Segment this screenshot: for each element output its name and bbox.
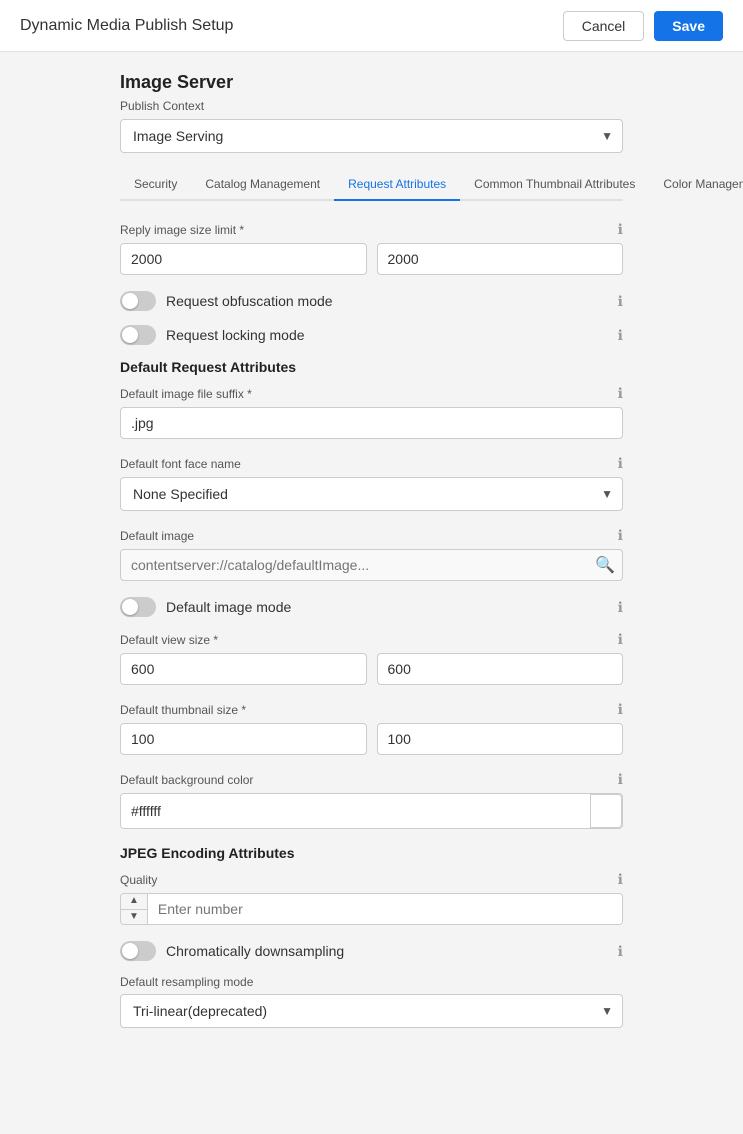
cancel-button[interactable]: Cancel [563,11,645,41]
default-background-color-row: Default background color ℹ [120,771,623,829]
save-button[interactable]: Save [654,11,723,41]
default-font-face-row: Default font face name ℹ None Specified … [120,455,623,511]
quality-spinners: ▲ ▼ [121,894,148,924]
default-thumbnail-size-input-1[interactable] [120,723,367,755]
image-picker-icon[interactable]: 🔍 [595,555,615,575]
default-view-size-inputs [120,653,623,685]
quality-increment-button[interactable]: ▲ [121,894,147,910]
default-thumbnail-size-label-row: Default thumbnail size * ℹ [120,701,623,718]
default-view-size-info-icon[interactable]: ℹ [618,631,623,648]
tab-common-thumbnail-attributes[interactable]: Common Thumbnail Attributes [460,169,649,201]
default-image-wrapper: 🔍 [120,549,623,581]
default-background-color-label: Default background color [120,773,253,787]
default-resampling-mode-row: Default resampling mode Tri-linear(depre… [120,975,623,1028]
default-resampling-mode-label: Default resampling mode [120,975,253,989]
reply-image-size-row: Reply image size limit * ℹ [120,221,623,275]
tab-security[interactable]: Security [120,169,191,201]
default-image-label: Default image [120,529,194,543]
default-font-face-label-row: Default font face name ℹ [120,455,623,472]
publish-context-row: Publish Context Image Serving ▼ [120,99,623,153]
default-image-info-icon[interactable]: ℹ [618,527,623,544]
default-background-color-label-row: Default background color ℹ [120,771,623,788]
tab-request-attributes[interactable]: Request Attributes [334,169,460,201]
quality-row: Quality ℹ ▲ ▼ [120,871,623,925]
quality-input[interactable] [148,894,622,924]
publish-context-select-wrapper: Image Serving ▼ [120,119,623,153]
reply-image-size-label-row: Reply image size limit * ℹ [120,221,623,238]
default-font-face-info-icon[interactable]: ℹ [618,455,623,472]
quality-decrement-button[interactable]: ▼ [121,910,147,925]
quality-label-row: Quality ℹ [120,871,623,888]
publish-context-label: Publish Context [120,99,623,113]
default-font-face-select[interactable]: None Specified [120,477,623,511]
default-view-size-label-row: Default view size * ℹ [120,631,623,648]
jpeg-encoding-title: JPEG Encoding Attributes [120,845,623,861]
request-obfuscation-left: Request obfuscation mode [120,291,333,311]
background-color-input-wrapper [120,793,623,829]
tab-catalog-management[interactable]: Catalog Management [191,169,334,201]
page-title: Dynamic Media Publish Setup [20,17,233,35]
reply-image-size-input-2[interactable] [377,243,624,275]
request-locking-row: Request locking mode ℹ [120,325,623,345]
section-title: Image Server [120,72,623,93]
reply-image-size-input-1[interactable] [120,243,367,275]
reply-image-size-inputs [120,243,623,275]
default-thumbnail-size-info-icon[interactable]: ℹ [618,701,623,718]
default-font-face-select-wrapper: None Specified ▼ [120,477,623,511]
default-view-size-label: Default view size * [120,633,218,647]
default-thumbnail-size-row: Default thumbnail size * ℹ [120,701,623,755]
default-background-color-info-icon[interactable]: ℹ [618,771,623,788]
top-bar-actions: Cancel Save [563,11,723,41]
default-image-input[interactable] [120,549,623,581]
default-view-size-input-1[interactable] [120,653,367,685]
default-image-file-suffix-input[interactable] [120,407,623,439]
reply-image-size-label: Reply image size limit * [120,223,244,237]
default-resampling-mode-label-row: Default resampling mode [120,975,623,989]
default-image-mode-info-icon[interactable]: ℹ [618,599,623,616]
top-bar: Dynamic Media Publish Setup Cancel Save [0,0,743,52]
request-locking-left: Request locking mode [120,325,305,345]
default-view-size-input-2[interactable] [377,653,624,685]
default-image-label-row: Default image ℹ [120,527,623,544]
reply-image-size-info-icon[interactable]: ℹ [618,221,623,238]
chromatically-downsampling-toggle[interactable] [120,941,156,961]
tabs-bar: Security Catalog Management Request Attr… [120,169,623,201]
chromatically-downsampling-row: Chromatically downsampling ℹ [120,941,623,961]
default-image-mode-row: Default image mode ℹ [120,597,623,617]
default-thumbnail-size-label: Default thumbnail size * [120,703,246,717]
default-resampling-mode-select-wrapper: Tri-linear(deprecated) ▼ [120,994,623,1028]
default-image-mode-toggle[interactable] [120,597,156,617]
quality-input-wrapper: ▲ ▼ [120,893,623,925]
quality-label: Quality [120,873,157,887]
default-image-mode-left: Default image mode [120,597,291,617]
default-thumbnail-size-input-2[interactable] [377,723,624,755]
request-locking-label: Request locking mode [166,327,305,343]
default-image-mode-label: Default image mode [166,599,291,615]
default-resampling-mode-select[interactable]: Tri-linear(deprecated) [120,994,623,1028]
background-color-input[interactable] [121,794,590,828]
default-request-attributes-title: Default Request Attributes [120,359,623,375]
chromatically-downsampling-label: Chromatically downsampling [166,943,344,959]
default-image-file-suffix-label-row: Default image file suffix * ℹ [120,385,623,402]
default-image-file-suffix-row: Default image file suffix * ℹ [120,385,623,439]
chromatically-downsampling-info-icon[interactable]: ℹ [618,943,623,960]
request-obfuscation-toggle[interactable] [120,291,156,311]
request-locking-info-icon[interactable]: ℹ [618,327,623,344]
main-content: Image Server Publish Context Image Servi… [0,52,743,1084]
request-obfuscation-label: Request obfuscation mode [166,293,333,309]
default-thumbnail-size-inputs [120,723,623,755]
quality-info-icon[interactable]: ℹ [618,871,623,888]
default-image-row: Default image ℹ 🔍 [120,527,623,581]
background-color-swatch[interactable] [590,794,622,828]
default-image-file-suffix-info-icon[interactable]: ℹ [618,385,623,402]
default-view-size-row: Default view size * ℹ [120,631,623,685]
chromatically-downsampling-left: Chromatically downsampling [120,941,344,961]
request-obfuscation-info-icon[interactable]: ℹ [618,293,623,310]
tab-color-management-attributes[interactable]: Color Management Attributes [649,169,743,201]
publish-context-select[interactable]: Image Serving [120,119,623,153]
default-image-file-suffix-label: Default image file suffix * [120,387,252,401]
default-font-face-label: Default font face name [120,457,241,471]
request-locking-toggle[interactable] [120,325,156,345]
request-obfuscation-row: Request obfuscation mode ℹ [120,291,623,311]
